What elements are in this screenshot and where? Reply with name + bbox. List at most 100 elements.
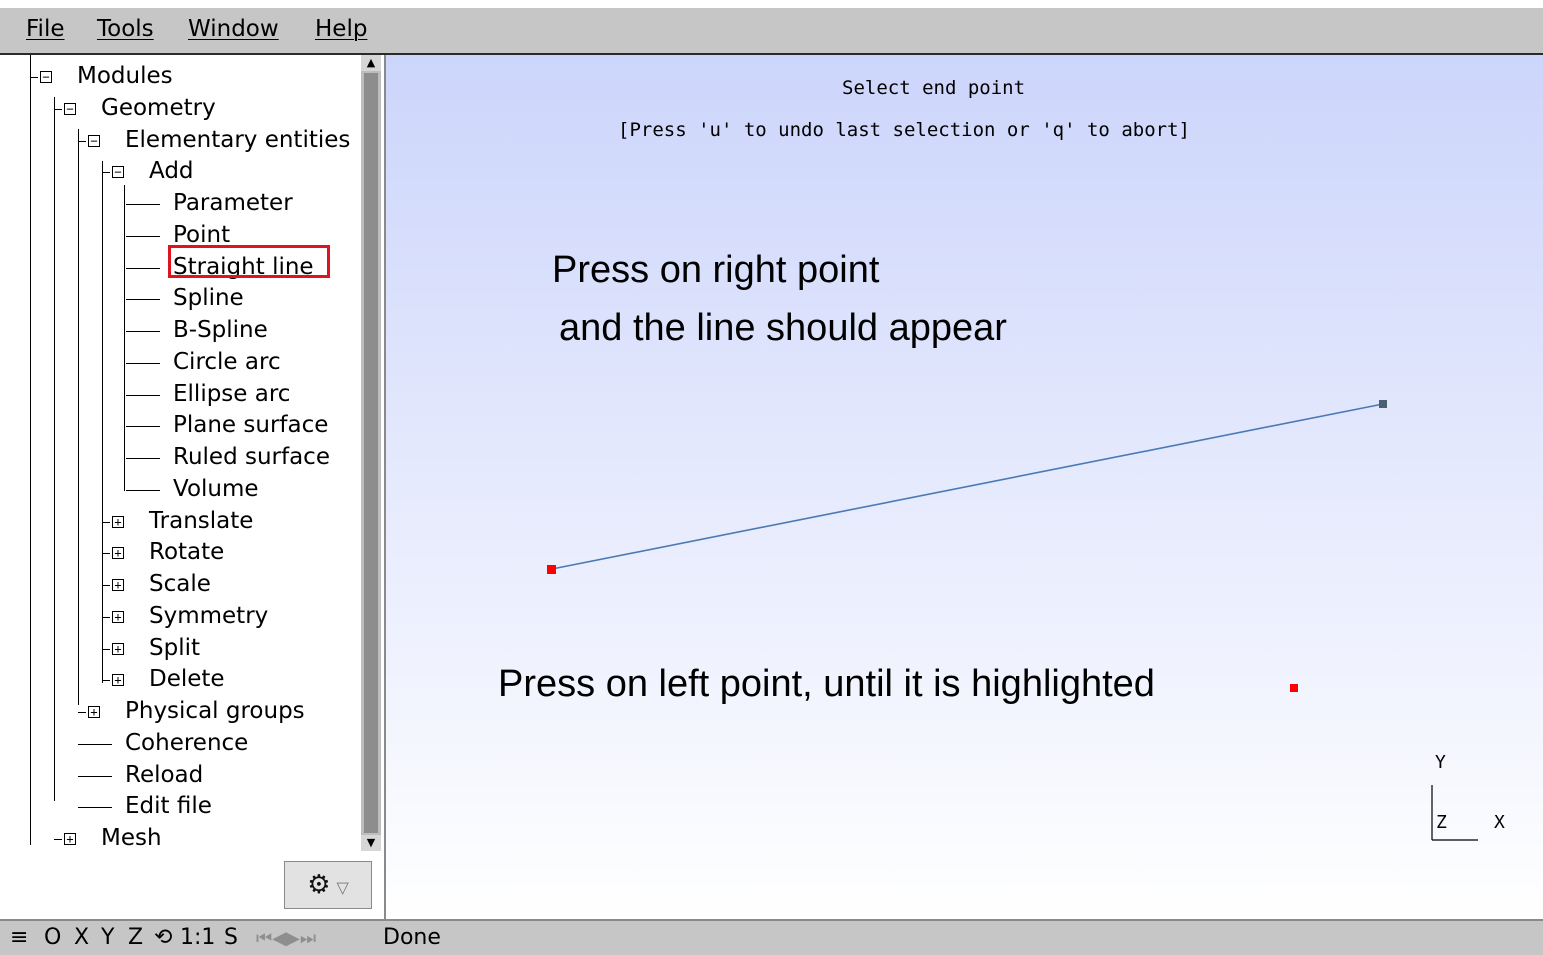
tree-connector	[78, 807, 112, 809]
tree-label: Symmetry	[149, 602, 269, 629]
tree-label: Point	[173, 221, 231, 248]
tree-leaf-coherence[interactable]: Coherence	[0, 730, 360, 758]
axis-y-label: Y	[1435, 752, 1446, 773]
expand-icon[interactable]: +	[112, 547, 124, 560]
tree-connector	[78, 743, 112, 745]
straight-line-entity[interactable]	[551, 403, 1384, 570]
scale-1-1-button[interactable]: 1:1	[180, 925, 215, 950]
expand-icon[interactable]: +	[112, 515, 124, 528]
tree-scrollbar[interactable]: ▲ ▼	[361, 55, 381, 851]
tree-leaf-b-spline[interactable]: B-Spline	[0, 317, 360, 345]
gear-icon: ⚙	[307, 870, 331, 900]
expand-icon[interactable]: +	[112, 610, 124, 623]
tree-leaf-volume[interactable]: Volume	[0, 476, 360, 504]
tree-node-split[interactable]: + Split	[0, 635, 360, 663]
view-y-button[interactable]: Y	[101, 925, 114, 950]
start-point-highlighted[interactable]	[547, 565, 556, 574]
tree-node-delete[interactable]: + Delete	[0, 666, 360, 694]
tree-label: Physical groups	[125, 698, 305, 724]
tree-node-scale[interactable]: + Scale	[0, 571, 360, 599]
status-message: Done	[383, 925, 441, 950]
tree-label: Ellipse arc	[173, 380, 291, 407]
expand-icon[interactable]: +	[64, 833, 76, 845]
tree-connector	[126, 426, 160, 428]
tree-label: Coherence	[125, 729, 249, 756]
tree-node-modules[interactable]: − Modules	[0, 63, 360, 91]
tree-leaf-circle-arc[interactable]: Circle arc	[0, 349, 360, 377]
tree-node-translate[interactable]: + Translate	[0, 508, 360, 536]
tree-connector	[126, 235, 160, 237]
tree-connector	[126, 267, 160, 269]
rotate-icon[interactable]: ⟲	[154, 925, 172, 950]
tree-connector	[126, 394, 160, 396]
expand-icon[interactable]: +	[112, 674, 124, 687]
tree-label: Circle arc	[173, 348, 281, 375]
tree-connector	[78, 140, 86, 142]
scroll-down-arrow-icon[interactable]: ▼	[361, 835, 381, 851]
tree-leaf-reload[interactable]: Reload	[0, 762, 360, 790]
tree-connector	[126, 204, 160, 205]
tree-connector	[102, 172, 110, 174]
view-x-button[interactable]: X	[74, 925, 89, 950]
collapse-icon[interactable]: −	[40, 71, 52, 83]
tree-leaf-edit-file[interactable]: Edit file	[0, 793, 360, 821]
module-tree-panel: − Modules − Geometry − Elementary entities − Ad…	[0, 55, 386, 919]
collapse-icon[interactable]: −	[64, 102, 76, 115]
tree-connector	[54, 108, 62, 110]
tree-leaf-plane-surface[interactable]: Plane surface	[0, 412, 360, 440]
tree-node-elementary-entities[interactable]: − Elementary entities	[0, 127, 360, 155]
menu-bar: File Tools Window Help	[0, 8, 1543, 55]
tree-connector	[54, 839, 62, 840]
tree-connector	[30, 77, 38, 78]
tree-label: Spline	[173, 285, 244, 312]
tree-connector	[78, 712, 86, 713]
tree-node-geometry[interactable]: − Geometry	[0, 95, 360, 123]
settings-button[interactable]: ⚙ ▽	[284, 861, 372, 909]
scroll-thumb[interactable]	[364, 73, 378, 833]
menu-tools[interactable]: Tools	[97, 16, 154, 42]
expand-icon[interactable]: +	[112, 579, 124, 591]
playback-navigation-icons[interactable]: ⏮◀▶⏭	[256, 928, 316, 949]
tree-connector	[102, 648, 110, 650]
axis-x-label: X	[1494, 812, 1505, 833]
tree-node-mesh[interactable]: + Mesh	[0, 825, 360, 853]
tree-node-physical-groups[interactable]: + Physical groups	[0, 698, 360, 726]
expand-icon[interactable]: +	[88, 706, 100, 718]
tree-connector	[126, 331, 160, 332]
tree-label: Geometry	[101, 94, 216, 121]
graphics-viewport[interactable]: Select end point [Press 'u' to undo last…	[386, 55, 1543, 919]
end-point[interactable]	[1379, 400, 1387, 408]
collapse-icon[interactable]: −	[112, 166, 124, 179]
tree-leaf-parameter[interactable]: Parameter	[0, 190, 360, 218]
tree-label: Delete	[149, 666, 225, 693]
tree-label: B-Spline	[173, 317, 268, 343]
tree-connector	[126, 489, 160, 491]
tree-node-symmetry[interactable]: + Symmetry	[0, 603, 360, 631]
tree-leaf-ruled-surface[interactable]: Ruled surface	[0, 444, 360, 472]
tree-label: Scale	[149, 571, 211, 597]
menu-help[interactable]: Help	[315, 16, 367, 42]
expand-icon[interactable]: +	[112, 642, 124, 655]
menu-icon[interactable]: ≡	[10, 925, 28, 950]
tree-connector	[102, 553, 110, 555]
tree-label: Reload	[125, 761, 204, 788]
geometry-canvas	[547, 400, 1478, 841]
tree-connector	[126, 458, 160, 459]
tree-label: Modules	[77, 63, 173, 89]
tree-node-add[interactable]: − Add	[0, 158, 360, 186]
tree-label: Translate	[149, 507, 254, 534]
scroll-up-arrow-icon[interactable]: ▲	[361, 55, 381, 71]
menu-file[interactable]: File	[26, 16, 65, 42]
tree-connector	[102, 521, 110, 523]
tree-connector	[126, 362, 160, 364]
tree-leaf-ellipse-arc[interactable]: Ellipse arc	[0, 381, 360, 409]
collapse-icon[interactable]: −	[88, 134, 100, 147]
tree-label: Edit file	[125, 793, 212, 820]
tree-label: Split	[149, 634, 200, 661]
tree-leaf-spline[interactable]: Spline	[0, 285, 360, 313]
view-o-button[interactable]: O	[44, 925, 61, 950]
menu-window[interactable]: Window	[188, 16, 279, 42]
view-z-button[interactable]: Z	[128, 925, 143, 950]
tree-node-rotate[interactable]: + Rotate	[0, 539, 360, 567]
view-s-button[interactable]: S	[224, 925, 238, 950]
